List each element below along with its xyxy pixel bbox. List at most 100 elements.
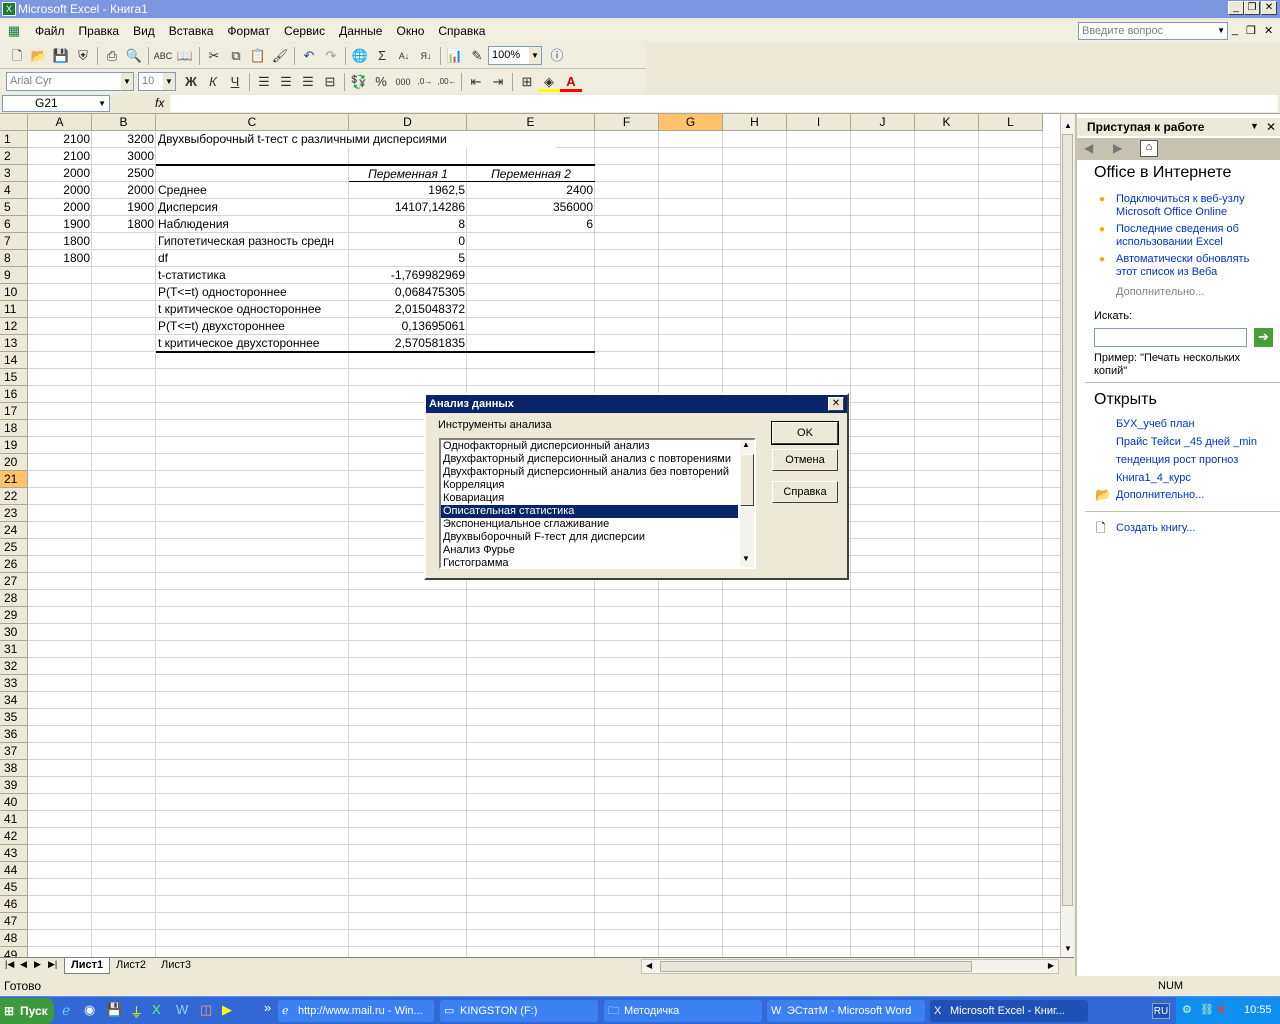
comma-style-icon[interactable]: 000 xyxy=(392,72,414,92)
menu-insert[interactable]: Вставка xyxy=(162,20,221,42)
row-header-46[interactable]: 46 xyxy=(0,896,28,913)
row-header-11[interactable]: 11 xyxy=(0,301,28,318)
chevron-down-icon[interactable]: ▼ xyxy=(121,73,133,90)
cell-d4[interactable]: 1962,5 xyxy=(349,182,467,199)
row-header-3[interactable]: 3 xyxy=(0,165,28,182)
cell-c4[interactable]: Среднее xyxy=(156,182,349,199)
decrease-indent-icon[interactable]: ⇤ xyxy=(465,72,487,92)
chevron-down-icon[interactable]: ▼ xyxy=(163,73,175,90)
cell-b4[interactable]: 2000 xyxy=(92,182,156,199)
font-name-select[interactable]: Arial Cyr ▼ xyxy=(6,72,134,91)
cell-d8[interactable]: 5 xyxy=(349,250,467,267)
chevron-down-icon[interactable]: ▼ xyxy=(529,47,541,64)
zoom-select[interactable]: 100% ▼ xyxy=(488,46,542,65)
select-all-corner[interactable] xyxy=(0,114,28,131)
vertical-scrollbar[interactable]: ▲ ▼ xyxy=(1060,114,1074,957)
scroll-down-icon[interactable]: ▼ xyxy=(742,554,750,563)
recent-file-4[interactable]: Книга1_4_курс xyxy=(1116,472,1191,485)
online-link-2[interactable]: Последние сведения об использовании Exce… xyxy=(1116,223,1266,249)
cell-c13[interactable]: t критическое двухстороннее xyxy=(156,335,349,352)
row-header-1[interactable]: 1 xyxy=(0,131,28,148)
redo-icon[interactable]: ↷ xyxy=(320,46,342,66)
media-icon[interactable]: ▶ xyxy=(222,1002,232,1018)
online-link-3[interactable]: Автоматически обновлять этот список из В… xyxy=(1116,253,1266,279)
borders-icon[interactable]: ⊞ xyxy=(516,72,538,92)
row-header-35[interactable]: 35 xyxy=(0,709,28,726)
more-quicklaunch-icon[interactable]: » xyxy=(264,1000,271,1015)
cell-d5[interactable]: 14107,14286 xyxy=(349,199,467,216)
recent-file-3[interactable]: тенденция рост прогноз xyxy=(1116,454,1238,467)
cell-e7[interactable] xyxy=(467,233,595,250)
sheet-tab-1[interactable]: Лист1 xyxy=(64,958,111,974)
cell-c6[interactable]: Наблюдения xyxy=(156,216,349,233)
task-kingston[interactable]: ▭ KINGSTON (F:) xyxy=(440,1000,598,1022)
align-left-icon[interactable]: ☰ xyxy=(253,72,275,92)
row-header-27[interactable]: 27 xyxy=(0,573,28,590)
row-header-21[interactable]: 21 xyxy=(0,471,28,488)
doc-close-icon[interactable]: ✕ xyxy=(1264,24,1273,37)
sort-descending-icon[interactable]: Я↓ xyxy=(415,46,437,66)
column-header-l[interactable]: L xyxy=(979,114,1043,131)
browser-icon[interactable]: ◉ xyxy=(84,1002,95,1018)
ok-button[interactable]: OK xyxy=(771,421,839,445)
row-header-28[interactable]: 28 xyxy=(0,590,28,607)
row-header-2[interactable]: 2 xyxy=(0,148,28,165)
cell-e5[interactable]: 356000 xyxy=(467,199,595,216)
menu-edit[interactable]: Правка xyxy=(72,20,127,42)
online-more-link[interactable]: Дополнительно... xyxy=(1116,286,1204,298)
increase-decimal-icon[interactable]: ,0→ xyxy=(414,72,436,92)
workbook-icon[interactable]: ▦ xyxy=(0,23,28,39)
row-header-12[interactable]: 12 xyxy=(0,318,28,335)
cell-a2[interactable]: 2100 xyxy=(28,148,92,165)
row-header-5[interactable]: 5 xyxy=(0,199,28,216)
font-size-select[interactable]: 10 ▼ xyxy=(138,72,176,91)
doc-restore-icon[interactable]: _ xyxy=(1232,24,1238,36)
row-header-43[interactable]: 43 xyxy=(0,845,28,862)
cell-e3[interactable]: Переменная 2 xyxy=(467,166,595,182)
language-indicator[interactable]: RU xyxy=(1152,1003,1170,1019)
row-header-37[interactable]: 37 xyxy=(0,743,28,760)
autosum-icon[interactable]: Σ xyxy=(371,46,393,66)
drawing-icon[interactable]: ✎ xyxy=(466,46,488,66)
row-header-25[interactable]: 25 xyxy=(0,539,28,556)
decrease-decimal-icon[interactable]: ,00← xyxy=(436,72,458,92)
font-color-icon[interactable]: A xyxy=(560,72,582,92)
row-header-32[interactable]: 32 xyxy=(0,658,28,675)
doc-maximize-icon[interactable]: ❐ xyxy=(1246,24,1256,37)
align-center-icon[interactable]: ☰ xyxy=(275,72,297,92)
task-word[interactable]: W ЭСтатМ - Microsoft Word xyxy=(767,1000,925,1022)
listbox-item[interactable]: Двухвыборочный F-тест для дисперсии xyxy=(441,531,738,544)
cell-a6[interactable]: 1900 xyxy=(28,216,92,233)
antivirus-icon[interactable]: K xyxy=(1218,997,1226,1024)
cell-d3[interactable]: Переменная 1 xyxy=(349,166,467,182)
sheet-tab-3[interactable]: Лист3 xyxy=(155,958,197,974)
chevron-down-icon[interactable]: ▼ xyxy=(98,96,106,111)
ie-icon[interactable]: ℯ xyxy=(62,1002,70,1019)
row-header-6[interactable]: 6 xyxy=(0,216,28,233)
row-header-20[interactable]: 20 xyxy=(0,454,28,471)
close-button[interactable]: ✕ xyxy=(1261,1,1277,15)
listbox-item[interactable]: Описательная статистика xyxy=(441,505,738,518)
cell-e6[interactable]: 6 xyxy=(467,216,595,233)
row-header-41[interactable]: 41 xyxy=(0,811,28,828)
task-browser[interactable]: ℯ http://www.mail.ru - Win... xyxy=(278,1000,434,1022)
tools-listbox[interactable]: Однофакторный дисперсионный анализ Двухфа… xyxy=(439,438,756,569)
cut-icon[interactable]: ✂ xyxy=(203,46,225,66)
row-header-34[interactable]: 34 xyxy=(0,692,28,709)
sheet-tab-2[interactable]: Лист2 xyxy=(110,958,152,974)
fill-color-icon[interactable]: ◈ xyxy=(538,72,560,92)
name-box[interactable]: G21 ▼ xyxy=(2,95,110,112)
row-header-42[interactable]: 42 xyxy=(0,828,28,845)
permission-icon[interactable]: ⛨ xyxy=(72,46,94,66)
copy-icon[interactable]: ⧉ xyxy=(225,46,247,66)
chart-wizard-icon[interactable]: 📊 xyxy=(444,46,466,66)
new-icon[interactable]: 🗋 xyxy=(6,46,28,66)
listbox-item[interactable]: Ковариация xyxy=(441,492,738,505)
row-header-47[interactable]: 47 xyxy=(0,913,28,930)
cell-d9[interactable]: -1,769982969 xyxy=(349,267,467,284)
cell-c11[interactable]: t критическое одностороннее xyxy=(156,301,349,318)
more-files-link[interactable]: Дополнительно... xyxy=(1116,489,1204,502)
minimize-button[interactable]: _ xyxy=(1228,1,1244,15)
undo-icon[interactable]: ↶ xyxy=(298,46,320,66)
cell-e11[interactable] xyxy=(467,301,595,318)
